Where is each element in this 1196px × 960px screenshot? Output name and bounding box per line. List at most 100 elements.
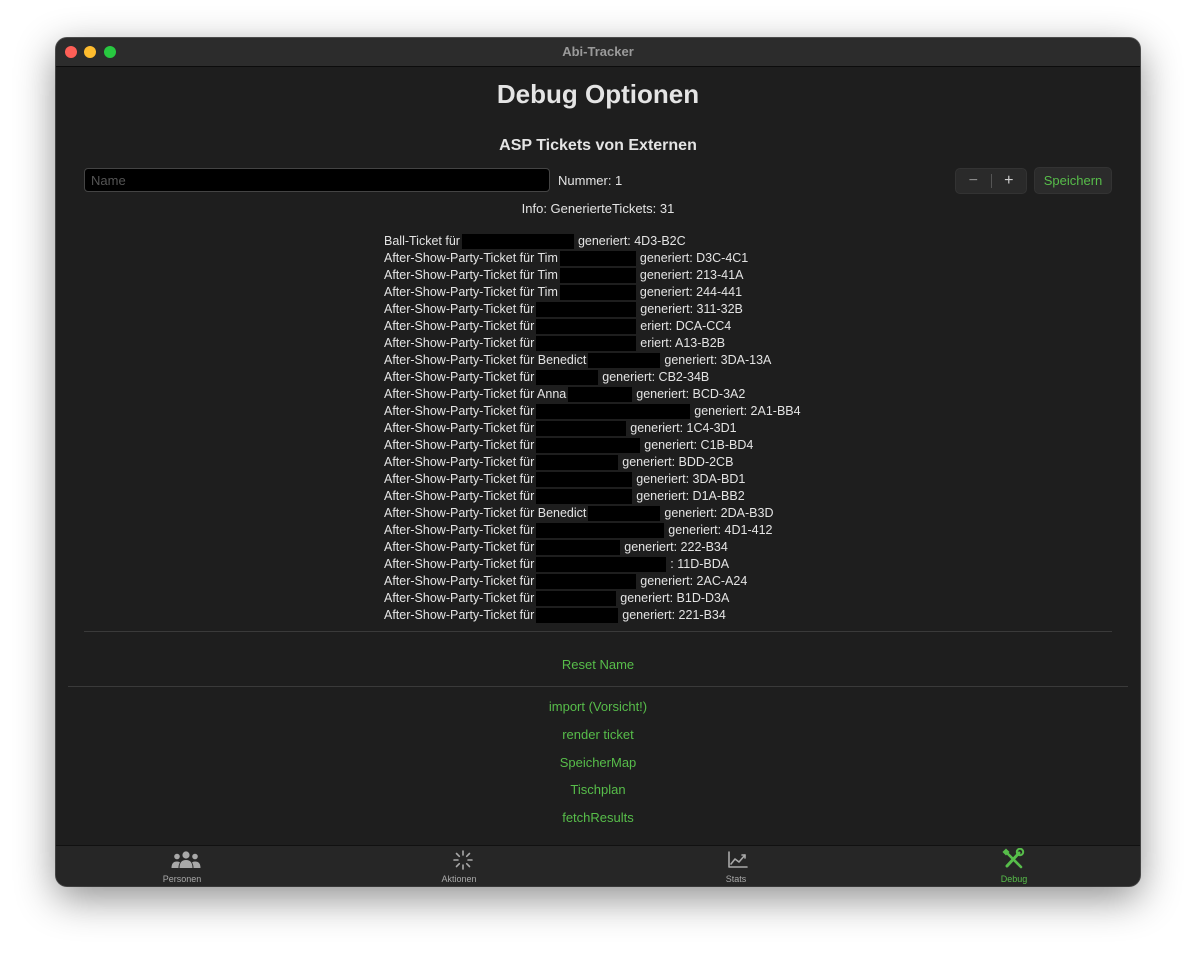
- window-title: Abi-Tracker: [562, 44, 634, 59]
- tab-label: Debug: [1000, 874, 1028, 884]
- ticket-prefix: After-Show-Party-Ticket für Anna: [384, 387, 567, 401]
- ticket-code: generiert: 3DA-13A: [664, 353, 772, 367]
- ticket-prefix: After-Show-Party-Ticket für Tim: [384, 268, 558, 282]
- ticket-row: After-Show-Party-Ticket für Anna generier…: [384, 386, 801, 403]
- redacted-name: [536, 540, 621, 555]
- ticket-code: generiert: 4D1-412: [668, 523, 773, 537]
- ticket-code: generiert: C1B-BD4: [644, 438, 754, 452]
- title-bar[interactable]: Abi-Tracker: [56, 38, 1140, 67]
- ticket-prefix: After-Show-Party-Ticket für: [384, 540, 535, 554]
- ticket-code: generiert: B1D-D3A: [620, 591, 730, 605]
- redacted-name: [536, 404, 691, 419]
- section-title: ASP Tickets von Externen: [499, 137, 697, 154]
- redacted-name: [568, 387, 633, 402]
- chart-icon: [728, 851, 748, 868]
- ticket-row: After-Show-Party-Ticket für: 11D-BDA: [384, 556, 801, 573]
- ticket-row: After-Show-Party-Ticket für generiert: 22…: [384, 607, 801, 624]
- redacted-name: [536, 302, 637, 317]
- tischplan-button[interactable]: Tischplan: [56, 782, 1140, 797]
- increment-button[interactable]: +: [992, 169, 1027, 193]
- render-ticket-button[interactable]: render ticket: [56, 727, 1140, 742]
- ticket-row: After-Show-Party-Ticket für generiert: 2A…: [384, 573, 801, 590]
- tab-label: Stats: [725, 874, 747, 884]
- ticket-prefix: After-Show-Party-Ticket für: [384, 455, 535, 469]
- ticket-code: generiert: BCD-3A2: [636, 387, 746, 401]
- redacted-name: [536, 336, 637, 351]
- redacted-name: [559, 251, 636, 266]
- ticket-code: generiert: 4D3-B2C: [577, 234, 686, 248]
- ticket-code: generiert: CB2-34B: [602, 370, 710, 384]
- ticket-prefix: After-Show-Party-Ticket für Tim: [384, 251, 558, 265]
- tab-label: Aktionen: [441, 874, 477, 884]
- ticket-code: eriert: DCA-CC4: [640, 319, 732, 333]
- ticket-prefix: After-Show-Party-Ticket für: [384, 608, 535, 622]
- ticket-code: generiert: D3C-4C1: [639, 251, 749, 265]
- ticket-row: After-Show-Party-Ticket für generiert: 4D…: [384, 522, 801, 539]
- name-input[interactable]: [84, 168, 550, 192]
- redacted-name: [536, 608, 619, 623]
- ticket-row: After-Show-Party-Ticket für generiert: 22…: [384, 539, 801, 556]
- ticket-row: After-Show-Party-Ticket für generiert: C1…: [384, 437, 801, 454]
- tab-aktionen[interactable]: Aktionen: [379, 846, 539, 886]
- ticket-prefix: After-Show-Party-Ticket für: [384, 404, 535, 418]
- ticket-row: Ball-Ticket für generiert: 4D3-B2C: [384, 233, 801, 250]
- app-window: Abi-Tracker Debug Optionen ASP Tickets v…: [56, 38, 1140, 886]
- divider: [84, 631, 1112, 632]
- ticket-prefix: After-Show-Party-Ticket für: [384, 489, 535, 503]
- ticket-code: : 11D-BDA: [670, 557, 730, 571]
- sparkle-icon: [453, 850, 473, 870]
- redacted-name: [536, 574, 637, 589]
- ticket-code: generiert: 222-B34: [624, 540, 728, 554]
- ticket-prefix: After-Show-Party-Ticket für: [384, 370, 535, 384]
- ticket-row: After-Show-Party-Ticket für generiert: B1…: [384, 590, 801, 607]
- import-button[interactable]: import (Vorsicht!): [56, 699, 1140, 714]
- ticket-row: After-Show-Party-Ticket für generiert: 3D…: [384, 471, 801, 488]
- ticket-prefix: After-Show-Party-Ticket für Benedict: [384, 506, 587, 520]
- people-icon: [171, 851, 201, 868]
- ticket-row: After-Show-Party-Ticket für Tim generiert…: [384, 284, 801, 301]
- divider: [68, 686, 1128, 687]
- ticket-row: After-Show-Party-Ticket für generiert: D1…: [384, 488, 801, 505]
- ticket-row: After-Show-Party-Ticket für generiert: 2A…: [384, 403, 801, 420]
- ticket-list: Ball-Ticket für generiert: 4D3-B2C After-S…: [384, 233, 801, 624]
- speicher-map-button[interactable]: SpeicherMap: [56, 755, 1140, 770]
- redacted-name: [536, 489, 633, 504]
- redacted-name: [559, 268, 636, 283]
- ticket-row: After-Show-Party-Ticket für Tim generiert…: [384, 250, 801, 267]
- ticket-code: generiert: 2A1-BB4: [694, 404, 801, 418]
- redacted-name: [588, 353, 661, 368]
- tab-bar: Personen Aktionen Stats Debug: [56, 845, 1140, 886]
- debug-view: Debug Optionen ASP Tickets von Externen …: [56, 67, 1140, 846]
- ticket-row: After-Show-Party-Ticket für Benedict gene…: [384, 505, 801, 522]
- ticket-prefix: After-Show-Party-Ticket für: [384, 574, 535, 588]
- ticket-code: generiert: 311-32B: [640, 302, 743, 316]
- ticket-row: After-Show-Party-Ticket für Benedict gene…: [384, 352, 801, 369]
- tab-personen[interactable]: Personen: [102, 846, 262, 886]
- reset-name-button[interactable]: Reset Name: [56, 657, 1140, 672]
- ticket-prefix: After-Show-Party-Ticket für: [384, 438, 535, 452]
- ticket-prefix: After-Show-Party-Ticket für: [384, 472, 535, 486]
- redacted-name: [588, 506, 661, 521]
- ticket-prefix: After-Show-Party-Ticket für: [384, 591, 535, 605]
- ticket-row: After-Show-Party-Ticket für eriert: A13-B…: [384, 335, 801, 352]
- redacted-name: [536, 472, 633, 487]
- tab-stats[interactable]: Stats: [656, 846, 816, 886]
- ticket-code: eriert: A13-B2B: [640, 336, 726, 350]
- ticket-prefix: After-Show-Party-Ticket für: [384, 336, 535, 350]
- fetch-results-button[interactable]: fetchResults: [56, 810, 1140, 825]
- tab-debug[interactable]: Debug: [934, 846, 1094, 886]
- ticket-row: After-Show-Party-Ticket für Tim generiert…: [384, 267, 801, 284]
- page-title: Debug Optionen: [496, 79, 700, 109]
- ticket-row: After-Show-Party-Ticket für generiert: 1C…: [384, 420, 801, 437]
- tab-label: Personen: [162, 874, 202, 884]
- redacted-name: [559, 285, 636, 300]
- ticket-prefix: After-Show-Party-Ticket für: [384, 421, 535, 435]
- tools-icon: [1002, 848, 1025, 869]
- ticket-code: generiert: BDD-2CB: [622, 455, 734, 469]
- ticket-code: generiert: 2DA-B3D: [664, 506, 774, 520]
- ticket-code: generiert: 221-B34: [622, 608, 726, 622]
- nummer-stepper[interactable]: − +: [955, 168, 1027, 194]
- save-button[interactable]: Speichern: [1034, 167, 1112, 194]
- decrement-button[interactable]: −: [956, 169, 991, 193]
- info-generated-tickets: Info: GenerierteTickets: 31: [521, 201, 675, 216]
